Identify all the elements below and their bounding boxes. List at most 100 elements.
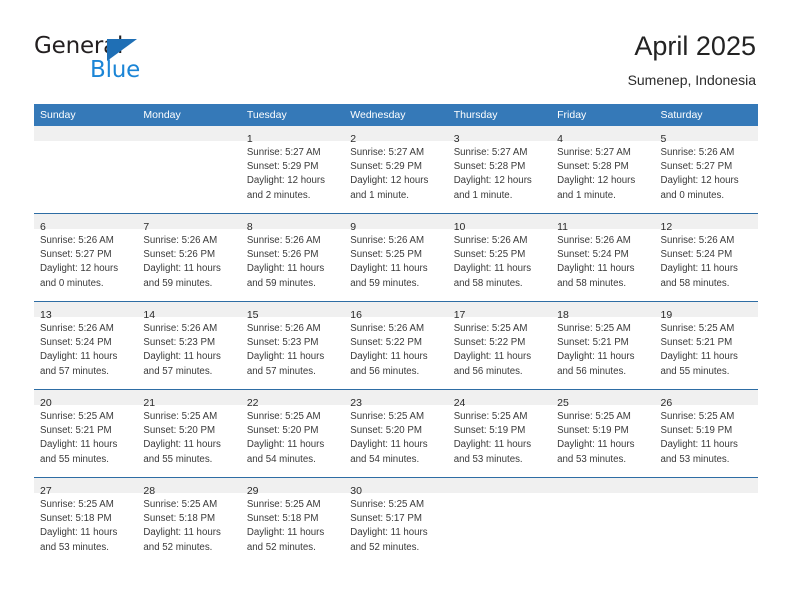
weekday-header-tuesday: Tuesday (240, 104, 345, 126)
calendar-day-cell[interactable]: 7 Sunrise: 5:26 AM Sunset: 5:26 PM Daylight… (137, 213, 241, 302)
empty-day-band (654, 478, 758, 493)
day-number: 7 (143, 221, 150, 233)
calendar-day-cell[interactable]: 28 Sunrise: 5:25 AM Sunset: 5:18 PM Dayligh… (137, 477, 241, 565)
calendar-day-cell[interactable]: 12 Sunrise: 5:26 AM Sunset: 5:24 PM Dayligh… (654, 213, 758, 302)
day-detail-line: and 52 minutes. (246, 541, 316, 553)
day-detail-line: Daylight: 11 hours (246, 527, 325, 539)
day-detail-line: and 56 minutes. (453, 365, 523, 377)
calendar-day-cell[interactable]: 25 Sunrise: 5:25 AM Sunset: 5:19 PM Dayligh… (551, 389, 655, 478)
day-detail-line: Sunset: 5:25 PM (350, 249, 422, 261)
general-blue-logo[interactable]: General Blue (34, 33, 234, 85)
calendar-day-cell[interactable]: 19 Sunrise: 5:25 AM Sunset: 5:21 PM Dayligh… (654, 301, 758, 390)
day-detail-line: and 55 minutes. (143, 453, 213, 465)
day-detail-line: Daylight: 11 hours (453, 263, 532, 275)
calendar-day-cell[interactable]: 5 Sunrise: 5:26 AM Sunset: 5:27 PM Daylight… (654, 126, 758, 214)
day-number: 30 (350, 485, 362, 497)
day-detail-line: and 53 minutes. (557, 453, 627, 465)
day-detail-line: and 1 minute. (557, 189, 616, 201)
day-detail-line: Sunset: 5:20 PM (350, 425, 422, 437)
calendar-day-cell[interactable]: 27 Sunrise: 5:25 AM Sunset: 5:18 PM Dayligh… (34, 477, 138, 565)
day-detail-text: Sunrise: 5:27 AM Sunset: 5:28 PM Daylight:… (551, 141, 654, 203)
day-detail-line: Sunrise: 5:25 AM (660, 323, 735, 334)
day-detail-text: Sunrise: 5:26 AM Sunset: 5:24 PM Daylight:… (655, 229, 758, 291)
day-detail-line: Sunset: 5:24 PM (40, 337, 112, 349)
day-detail-line: and 59 minutes. (143, 277, 213, 289)
title-block: April 2025 Sumenep, Indonesia (628, 30, 756, 89)
day-detail-line: and 53 minutes. (660, 453, 730, 465)
calendar-day-cell[interactable]: 3 Sunrise: 5:27 AM Sunset: 5:28 PM Daylight… (447, 126, 552, 214)
calendar-day-cell[interactable]: 14 Sunrise: 5:26 AM Sunset: 5:23 PM Dayligh… (137, 301, 241, 390)
weekday-header-thursday: Thursday (447, 104, 552, 126)
day-detail-line: Sunset: 5:28 PM (453, 161, 526, 173)
weekday-header-saturday: Saturday (654, 104, 758, 126)
day-detail-text: Sunrise: 5:26 AM Sunset: 5:26 PM Daylight:… (137, 229, 240, 291)
calendar-day-cell[interactable]: 1 Sunrise: 5:27 AM Sunset: 5:29 PM Daylight… (240, 126, 345, 214)
calendar-day-cell[interactable]: 11 Sunrise: 5:26 AM Sunset: 5:24 PM Dayligh… (551, 213, 655, 302)
day-detail-text: Sunrise: 5:25 AM Sunset: 5:18 PM Daylight:… (34, 493, 137, 555)
day-detail-text: Sunrise: 5:25 AM Sunset: 5:21 PM Daylight:… (34, 405, 137, 467)
calendar-day-cell[interactable]: 18 Sunrise: 5:25 AM Sunset: 5:21 PM Dayligh… (551, 301, 655, 390)
day-detail-line: Sunrise: 5:27 AM (350, 147, 425, 158)
calendar-day-cell[interactable]: 4 Sunrise: 5:27 AM Sunset: 5:28 PM Daylight… (551, 126, 655, 214)
day-detail-text: Sunrise: 5:25 AM Sunset: 5:18 PM Daylight:… (137, 493, 240, 555)
day-detail-line: Daylight: 11 hours (350, 439, 428, 451)
day-number: 26 (660, 397, 673, 409)
day-number: 6 (40, 221, 46, 233)
calendar-day-cell[interactable]: 20 Sunrise: 5:25 AM Sunset: 5:21 PM Dayligh… (34, 389, 138, 478)
calendar-day-cell[interactable]: 2 Sunrise: 5:27 AM Sunset: 5:29 PM Daylight… (344, 126, 448, 214)
day-detail-line: Sunrise: 5:26 AM (350, 235, 425, 246)
calendar-day-cell[interactable]: 13 Sunrise: 5:26 AM Sunset: 5:24 PM Dayligh… (34, 301, 138, 390)
calendar-empty-cell (654, 477, 758, 565)
day-number: 28 (143, 485, 156, 497)
calendar-day-cell[interactable]: 15 Sunrise: 5:26 AM Sunset: 5:23 PM Dayligh… (240, 301, 345, 390)
calendar-day-cell[interactable]: 17 Sunrise: 5:25 AM Sunset: 5:22 PM Dayligh… (447, 301, 552, 390)
day-detail-line: and 57 minutes. (143, 365, 213, 377)
day-detail-text: Sunrise: 5:27 AM Sunset: 5:29 PM Daylight:… (241, 141, 344, 203)
day-detail-line: Sunset: 5:21 PM (557, 337, 629, 349)
day-detail-line: Sunrise: 5:25 AM (453, 323, 528, 334)
calendar-day-cell[interactable]: 22 Sunrise: 5:25 AM Sunset: 5:20 PM Dayligh… (240, 389, 345, 478)
day-detail-line: and 57 minutes. (40, 365, 109, 377)
weekday-header-sunday: Sunday (34, 104, 138, 126)
day-detail-line: and 1 minute. (350, 189, 409, 201)
page-subtitle-location: Sumenep, Indonesia (627, 72, 756, 88)
day-detail-line: Sunset: 5:27 PM (660, 161, 733, 173)
day-detail-line: Sunrise: 5:26 AM (143, 323, 218, 334)
day-number: 15 (246, 309, 259, 321)
calendar-day-cell[interactable]: 29 Sunrise: 5:25 AM Sunset: 5:18 PM Dayligh… (240, 477, 345, 565)
day-detail-line: Daylight: 12 hours (660, 175, 739, 187)
calendar-day-cell[interactable]: 21 Sunrise: 5:25 AM Sunset: 5:20 PM Dayligh… (137, 389, 241, 478)
day-detail-line: Sunrise: 5:26 AM (40, 235, 114, 246)
day-detail-line: Daylight: 11 hours (660, 351, 738, 363)
day-detail-line: Sunset: 5:18 PM (246, 513, 319, 525)
calendar-day-cell[interactable]: 16 Sunrise: 5:26 AM Sunset: 5:22 PM Dayligh… (344, 301, 448, 390)
day-number: 14 (143, 309, 156, 321)
day-detail-text: Sunrise: 5:26 AM Sunset: 5:26 PM Daylight:… (241, 229, 344, 291)
day-detail-line: Daylight: 12 hours (453, 175, 532, 187)
calendar-day-cell[interactable]: 23 Sunrise: 5:25 AM Sunset: 5:20 PM Dayligh… (344, 389, 448, 478)
calendar-week-row: 13 Sunrise: 5:26 AM Sunset: 5:24 PM Dayligh… (34, 301, 758, 390)
day-detail-line: Sunrise: 5:26 AM (40, 323, 114, 334)
day-number: 23 (350, 397, 362, 409)
day-detail-line: Sunrise: 5:26 AM (143, 235, 218, 246)
day-detail-line: and 55 minutes. (660, 365, 730, 377)
day-detail-line: Daylight: 11 hours (557, 439, 635, 451)
calendar-day-cell[interactable]: 24 Sunrise: 5:25 AM Sunset: 5:19 PM Dayligh… (447, 389, 552, 478)
day-detail-line: Sunrise: 5:25 AM (453, 411, 528, 422)
day-detail-line: Sunrise: 5:26 AM (246, 323, 321, 334)
day-detail-line: Sunrise: 5:26 AM (557, 235, 631, 246)
calendar-day-cell[interactable]: 10 Sunrise: 5:26 AM Sunset: 5:25 PM Dayligh… (447, 213, 552, 302)
day-number: 2 (350, 133, 357, 145)
calendar-day-cell[interactable]: 9 Sunrise: 5:26 AM Sunset: 5:25 PM Daylight… (344, 213, 448, 302)
day-detail-line: Daylight: 12 hours (40, 263, 119, 275)
calendar-day-cell[interactable]: 26 Sunrise: 5:25 AM Sunset: 5:19 PM Dayligh… (654, 389, 758, 478)
calendar-day-cell[interactable]: 30 Sunrise: 5:25 AM Sunset: 5:17 PM Dayligh… (344, 477, 448, 565)
calendar-day-cell[interactable]: 8 Sunrise: 5:26 AM Sunset: 5:26 PM Daylight… (240, 213, 345, 302)
day-detail-line: and 2 minutes. (246, 189, 311, 201)
day-detail-text: Sunrise: 5:25 AM Sunset: 5:21 PM Daylight:… (551, 317, 654, 379)
calendar-day-cell[interactable]: 6 Sunrise: 5:26 AM Sunset: 5:27 PM Daylight… (34, 213, 138, 302)
calendar-empty-cell (34, 126, 138, 214)
day-detail-text: Sunrise: 5:25 AM Sunset: 5:18 PM Daylight:… (241, 493, 344, 555)
day-detail-line: Daylight: 11 hours (246, 351, 325, 363)
day-detail-line: Daylight: 11 hours (660, 439, 738, 451)
